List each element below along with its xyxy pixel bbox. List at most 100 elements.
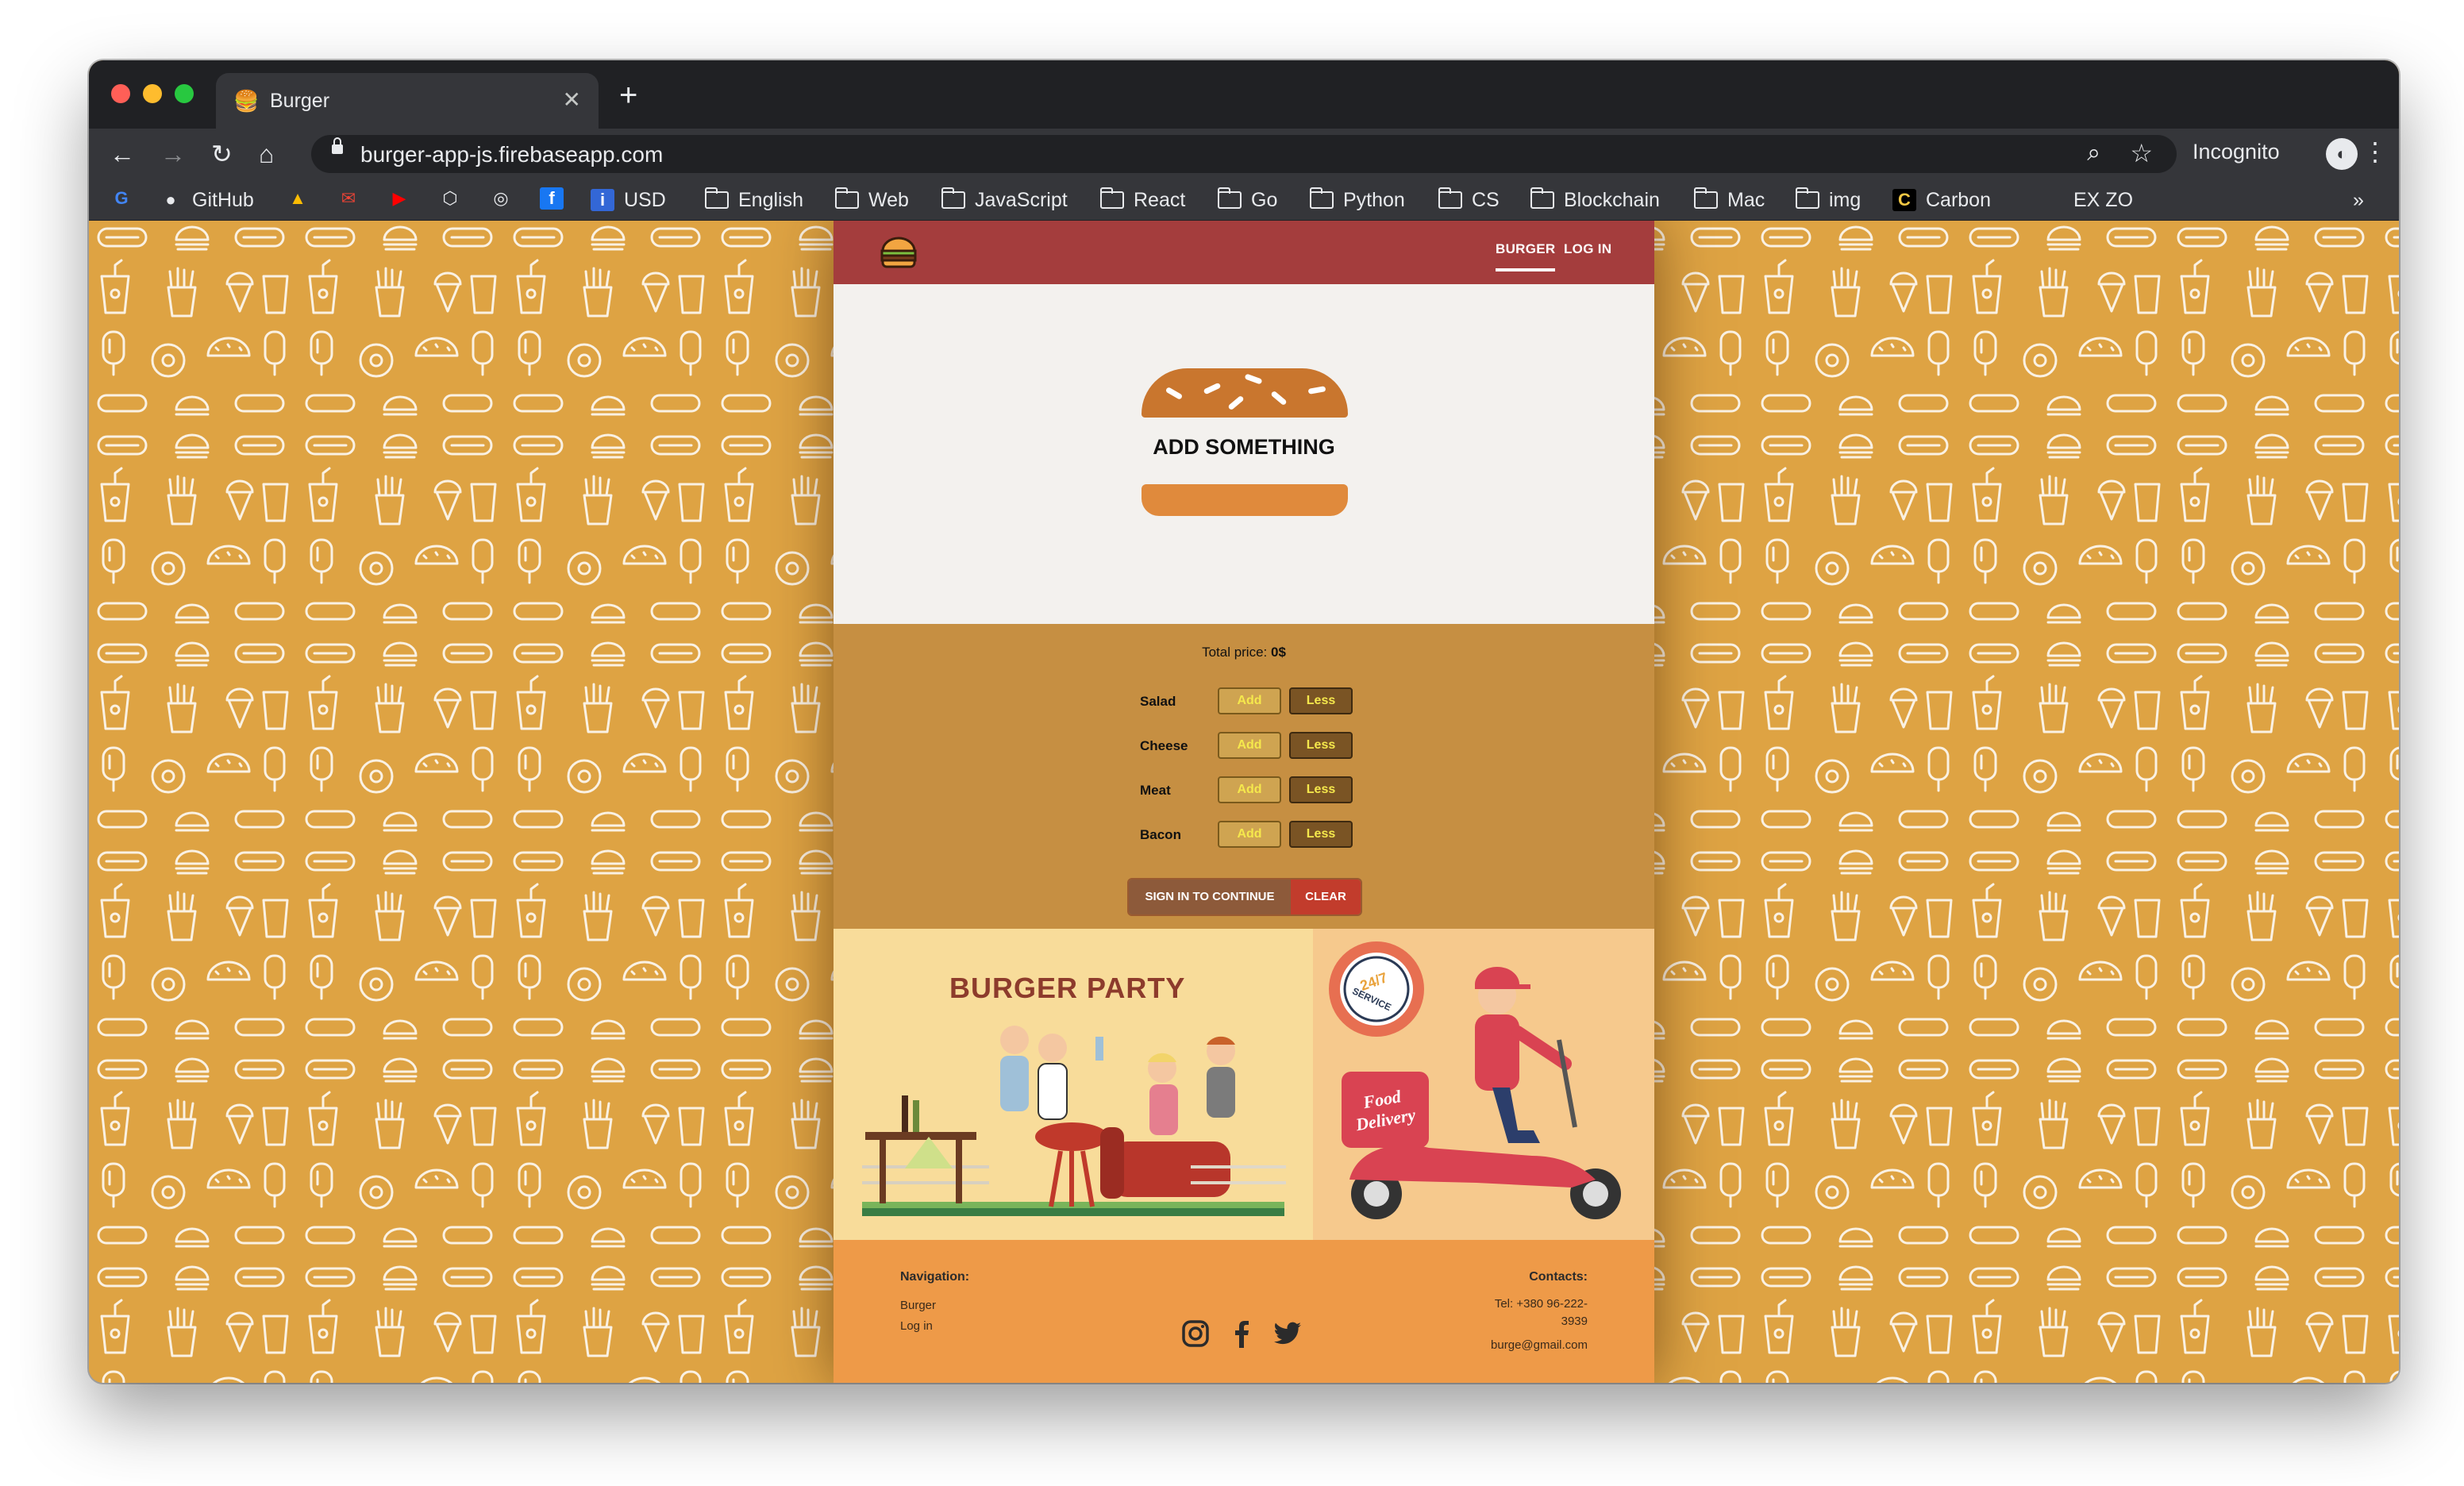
folder-icon <box>941 187 965 209</box>
back-icon[interactable]: ← <box>110 137 135 171</box>
promo-banners: BURGER PARTY 24/7 SERVICE Food Delivery <box>834 929 1654 1240</box>
add-salad-button[interactable]: Add <box>1218 687 1281 714</box>
gear-bookmark[interactable]: ◎ <box>489 187 522 210</box>
bookmarks-overflow[interactable]: » <box>2353 187 2364 213</box>
facebook-bookmark[interactable]: f <box>540 187 573 210</box>
circle-logo-icon: ◎ <box>493 188 509 208</box>
less-salad-button[interactable]: Less <box>1289 687 1353 714</box>
close-window-button[interactable] <box>111 84 130 103</box>
reload-icon[interactable]: ↻ <box>211 137 233 171</box>
url-text[interactable]: burger-app-js.firebaseapp.com <box>360 142 663 167</box>
app-footer: Navigation: Burger Log in Contacts: Tel:… <box>834 1240 1654 1383</box>
bookmark-mac[interactable]: Mac <box>1694 187 1765 213</box>
nav-burger-link[interactable]: BURGER <box>1496 241 1556 271</box>
active-tab[interactable]: 🍔 Burger ✕ <box>216 73 599 129</box>
new-tab-button[interactable]: + <box>619 78 637 113</box>
order-actions: SIGN IN TO CONTINUE CLEAR <box>1127 878 1362 916</box>
youtube-bookmark[interactable]: ▶ <box>387 187 421 210</box>
bookmark-label: GitHub <box>192 189 254 211</box>
bookmark-star-icon[interactable]: ☆ <box>2130 138 2153 168</box>
codesandbox-bookmark[interactable]: ⬡ <box>438 187 472 210</box>
less-bacon-button[interactable]: Less <box>1289 821 1353 848</box>
bun-top <box>1142 368 1348 418</box>
forward-icon[interactable]: → <box>160 137 186 171</box>
burger-logo-icon[interactable] <box>878 232 919 273</box>
bookmark-english[interactable]: English <box>705 187 803 213</box>
bookmark-python[interactable]: Python <box>1310 187 1405 213</box>
incognito-icon[interactable]: ◐ <box>2326 138 2358 170</box>
add-meat-button[interactable]: Add <box>1218 776 1281 803</box>
less-cheese-button[interactable]: Less <box>1289 732 1353 759</box>
bookmark-usd[interactable]: i USD <box>591 187 666 213</box>
bookmark-javascript[interactable]: JavaScript <box>941 187 1068 213</box>
footer-email[interactable]: burge@gmail.com <box>1491 1337 1588 1354</box>
browser-menu-icon[interactable]: ⋮ <box>2362 137 2388 167</box>
clear-button[interactable]: CLEAR <box>1291 880 1361 914</box>
drive-icon: ▲ <box>289 188 306 208</box>
ingredient-label: Cheese <box>1140 738 1188 753</box>
folder-icon <box>1310 187 1334 209</box>
bookmark-go[interactable]: Go <box>1218 187 1277 213</box>
bookmark-label: Mac <box>1727 189 1765 211</box>
bookmark-label: React <box>1134 189 1186 211</box>
bookmark-blockchain[interactable]: Blockchain <box>1530 187 1660 213</box>
folder-icon <box>705 187 729 209</box>
page-viewport: BURGER LOG IN ADD SOMETHING Total price: <box>89 221 2399 1383</box>
burger-favicon-icon: 🍔 <box>233 89 260 113</box>
ingredient-row-salad: Salad Add Less <box>1140 687 1378 716</box>
bookmark-label: Python <box>1343 189 1405 211</box>
browser-window: 🍔 Burger ✕ + ← → ↻ ⌂ burger-app-js.fireb… <box>89 60 2399 1383</box>
folder-icon <box>1694 187 1718 209</box>
total-price-value: 0$ <box>1271 645 1286 660</box>
folder-icon <box>1218 187 1242 209</box>
add-cheese-button[interactable]: Add <box>1218 732 1281 759</box>
build-controls: Total price: 0$ Salad Add Less Cheese Ad… <box>834 624 1654 929</box>
folder-icon <box>835 187 859 209</box>
gmail-bookmark[interactable]: ✉ <box>337 187 370 210</box>
ingredient-label: Bacon <box>1140 827 1181 842</box>
bun-bottom <box>1142 484 1348 516</box>
drive-bookmark[interactable]: ▲ <box>286 187 319 210</box>
footer-nav-heading: Navigation: <box>900 1270 970 1284</box>
twitter-icon[interactable] <box>1272 1318 1303 1349</box>
footer-phone: Tel: +380 96-222- 3939 <box>1495 1295 1588 1330</box>
footer-link-login[interactable]: Log in <box>900 1319 933 1333</box>
bookmark-cs[interactable]: CS <box>1438 187 1500 213</box>
less-meat-button[interactable]: Less <box>1289 776 1353 803</box>
search-icon[interactable]: ⌕ <box>2087 140 2100 167</box>
ingredient-label: Meat <box>1140 783 1171 798</box>
minimize-window-button[interactable] <box>143 84 162 103</box>
footer-phone-line-2: 3939 <box>1561 1315 1588 1328</box>
maximize-window-button[interactable] <box>175 84 194 103</box>
bookmark-img[interactable]: img <box>1796 187 1861 213</box>
cube-icon: ⬡ <box>442 188 458 208</box>
bookmark-carbon[interactable]: C Carbon <box>1892 187 1991 213</box>
nav-login-link[interactable]: LOG IN <box>1564 241 1611 257</box>
total-price-label: Total price: <box>1202 645 1268 660</box>
github-icon: ● <box>165 190 176 210</box>
delivery-illustration: 24/7 SERVICE Food Delivery <box>1329 941 1621 1219</box>
footer-contacts-heading: Contacts: <box>1529 1270 1588 1284</box>
home-icon[interactable]: ⌂ <box>259 137 274 171</box>
bookmark-web[interactable]: Web <box>835 187 909 213</box>
tab-title: Burger <box>270 89 330 112</box>
add-bacon-button[interactable]: Add <box>1218 821 1281 848</box>
bookmark-label: JavaScript <box>975 189 1068 211</box>
bookmark-ex-zo[interactable]: EX ZO <box>2040 187 2133 213</box>
bookmark-github[interactable]: ● GitHub <box>159 187 254 213</box>
burger-preview: ADD SOMETHING <box>834 284 1654 624</box>
google-bookmark[interactable]: G <box>110 187 143 210</box>
bookmark-label: Blockchain <box>1564 189 1660 211</box>
bookmark-label: Carbon <box>1926 189 1991 211</box>
footer-link-burger[interactable]: Burger <box>900 1299 936 1312</box>
bookmark-label: EX ZO <box>2073 189 2134 211</box>
party-illustration <box>862 1026 1286 1216</box>
bookmark-label: English <box>738 189 803 211</box>
bookmark-react[interactable]: React <box>1100 187 1185 213</box>
sign-in-to-continue-button[interactable]: SIGN IN TO CONTINUE <box>1129 880 1291 914</box>
instagram-icon[interactable] <box>1180 1318 1211 1349</box>
ingredient-row-cheese: Cheese Add Less <box>1140 732 1378 760</box>
address-bar[interactable]: burger-app-js.firebaseapp.com ⌕ ☆ <box>311 135 2177 173</box>
facebook-icon[interactable] <box>1226 1318 1257 1349</box>
close-tab-icon[interactable]: ✕ <box>563 87 581 113</box>
